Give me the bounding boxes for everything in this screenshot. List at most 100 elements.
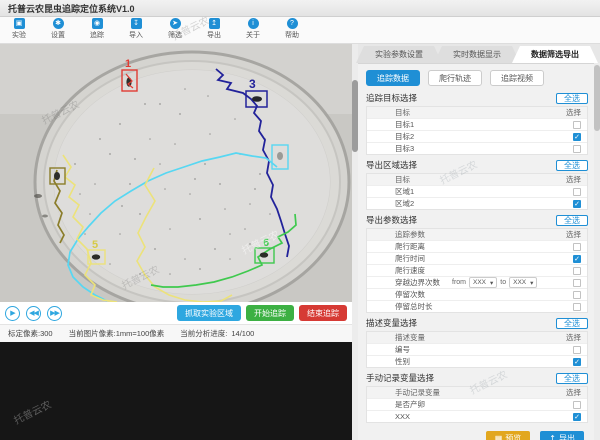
play-icon: ▶ <box>10 309 14 317</box>
section-describe-vars: 描述变量选择 全选 描述变量 选择 编号 性别 <box>366 317 588 368</box>
checkbox[interactable] <box>573 291 581 299</box>
playback-controls: ▶ ◀◀ ▶▶ 抓取实验区域 开始追踪 结束追踪 <box>0 302 352 324</box>
checkbox[interactable] <box>573 267 581 275</box>
checkbox[interactable] <box>573 121 581 129</box>
scrollbar-thumb[interactable] <box>594 65 600 131</box>
export-type-subtabs: 追踪数据 爬行轨迹 追踪视频 <box>366 70 588 86</box>
table-header: 追踪参数 选择 <box>367 229 587 240</box>
table-header: 描述变量 选择 <box>367 332 587 343</box>
checkbox[interactable] <box>573 346 581 354</box>
target-6-label: 6 <box>263 237 269 249</box>
toolbar-button-settings[interactable]: ✱ 设置 <box>45 18 71 40</box>
toolbar-button-import[interactable]: ↧ 导入 <box>123 18 149 40</box>
section-title: 描述变量选择 <box>366 317 417 329</box>
capture-area-button[interactable]: 抓取实验区域 <box>177 305 241 321</box>
subtab-tracking-data[interactable]: 追踪数据 <box>366 70 420 86</box>
table-row: 是否产卵 <box>367 398 587 410</box>
table-row: 区域2 ✓ <box>367 197 587 209</box>
settings-gear-icon: ✱ <box>53 18 64 29</box>
viewer-pane: 1 3 5 6 托普云农 托普云农 托普云农 <box>0 44 352 440</box>
section-title: 追踪目标选择 <box>366 92 417 104</box>
table-row: 穿越边界次数 from XXX ▾ to XXX ▾ <box>367 276 587 288</box>
table-row: 目标3 <box>367 142 587 154</box>
section-title: 导出区域选择 <box>366 159 417 171</box>
checkbox[interactable]: ✓ <box>573 200 581 208</box>
panel-scrollbar[interactable] <box>594 63 600 440</box>
info-icon: i <box>248 18 259 29</box>
chevron-down-icon: ▾ <box>490 279 493 287</box>
camera-icon: ◉ <box>92 18 103 29</box>
checkbox[interactable]: ✓ <box>573 255 581 263</box>
viewer-background: 托普云农 <box>0 342 352 440</box>
section-manual-vars: 手动记录变量选择 全选 手动记录变量 选择 是否产卵 XXX <box>366 372 588 423</box>
checkbox[interactable] <box>573 243 581 251</box>
target-1-label: 1 <box>125 58 131 70</box>
table: 手动记录变量 选择 是否产卵 XXX ✓ <box>366 386 588 423</box>
table: 目标 选择 区域1 区域2 ✓ <box>366 173 588 210</box>
subtab-tracking-video[interactable]: 追踪视频 <box>490 70 544 86</box>
table-row: 停留次数 <box>367 288 587 300</box>
select-all-button[interactable]: 全选 <box>556 373 588 384</box>
toolbar-button-export[interactable]: ↥ 导出 <box>201 18 227 40</box>
to-dropdown[interactable]: XXX ▾ <box>509 277 537 288</box>
checkbox[interactable]: ✓ <box>573 133 581 141</box>
select-all-button[interactable]: 全选 <box>556 318 588 329</box>
table-row: 区域1 <box>367 185 587 197</box>
right-panel: 实验参数设置 实时数据显示 数据筛选导出 追踪数据 爬行轨迹 追踪视频 追踪目标… <box>358 44 600 440</box>
checkbox[interactable]: ✓ <box>573 358 581 366</box>
section-export-region: 导出区域选择 全选 目标 选择 区域1 区域2 <box>366 159 588 210</box>
checkbox[interactable] <box>573 279 581 287</box>
rewind-button[interactable]: ◀◀ <box>26 306 41 321</box>
tab-data-filter-export[interactable]: 数据筛选导出 <box>512 46 598 63</box>
checkbox[interactable] <box>573 303 581 311</box>
tab-experiment-params[interactable]: 实验参数设置 <box>356 46 442 63</box>
target-3-label: 3 <box>249 77 256 91</box>
play-button[interactable]: ▶ <box>5 306 20 321</box>
checkbox[interactable] <box>573 188 581 196</box>
to-label: to <box>500 279 506 286</box>
tab-realtime-data[interactable]: 实时数据显示 <box>434 46 520 63</box>
toolbar-button-help[interactable]: ? 帮助 <box>279 18 305 40</box>
export-button[interactable]: ↥ 导出 <box>540 431 584 440</box>
from-dropdown[interactable]: XXX ▾ <box>469 277 497 288</box>
status-bar: 标定像素:300 当前图片像素:1mm=100像素 当前分析进度: 14/100 <box>0 324 352 342</box>
select-all-button[interactable]: 全选 <box>556 93 588 104</box>
checkbox[interactable] <box>573 145 581 153</box>
preview-button[interactable]: ▦ 预览 <box>486 431 531 440</box>
table-header: 目标 选择 <box>367 174 587 185</box>
subtab-crawl-track[interactable]: 爬行轨迹 <box>428 70 482 86</box>
watermark: 托普云农 <box>11 396 54 427</box>
experiment-icon: ▣ <box>14 18 25 29</box>
title-bar: 托普云农昆虫追踪定位系统V1.0 <box>0 0 600 17</box>
upload-icon: ↥ <box>549 434 556 440</box>
toolbar-button-experiment[interactable]: ▣ 实验 <box>6 18 32 40</box>
fast-forward-button[interactable]: ▶▶ <box>47 306 62 321</box>
toolbar-button-track[interactable]: ◉ 追踪 <box>84 18 110 40</box>
checkbox[interactable] <box>573 401 581 409</box>
table: 追踪参数 选择 爬行距离 爬行时间 ✓ 爬行速度 <box>366 228 588 313</box>
section-title: 导出参数选择 <box>366 214 417 226</box>
image-scale: 当前图片像素:1mm=100像素 <box>69 328 165 339</box>
start-tracking-button[interactable]: 开始追踪 <box>246 305 294 321</box>
petri-dish-view: 1 3 5 6 <box>0 44 352 302</box>
table-row: 停留总时长 <box>367 300 587 312</box>
table-row: 性别 ✓ <box>367 355 587 367</box>
table: 目标 选择 目标1 目标2 ✓ 目标3 <box>366 106 588 155</box>
video-frame: 1 3 5 6 托普云农 托普云农 托普云农 <box>0 44 352 302</box>
boundary-range: from XXX ▾ to XXX ▾ <box>452 277 537 288</box>
table-row: 编号 <box>367 343 587 355</box>
panel-footer: ▦ 预览 ↥ 导出 <box>366 431 588 440</box>
select-all-button[interactable]: 全选 <box>556 215 588 226</box>
progress-value: 14/100 <box>231 329 254 338</box>
toolbar-button-filter[interactable]: ➤ 筛选 <box>162 18 188 40</box>
target-5-label: 5 <box>92 239 98 251</box>
filter-compass-icon: ➤ <box>170 18 181 29</box>
panel-body: 追踪数据 爬行轨迹 追踪视频 追踪目标选择 全选 目标 选择 <box>358 64 600 440</box>
select-all-button[interactable]: 全选 <box>556 160 588 171</box>
table-row: 目标1 <box>367 118 587 130</box>
checkbox[interactable]: ✓ <box>573 413 581 421</box>
toolbar-button-about[interactable]: i 关于 <box>240 18 266 40</box>
stop-tracking-button[interactable]: 结束追踪 <box>299 305 347 321</box>
grid-icon: ▦ <box>495 434 503 440</box>
from-label: from <box>452 279 466 286</box>
